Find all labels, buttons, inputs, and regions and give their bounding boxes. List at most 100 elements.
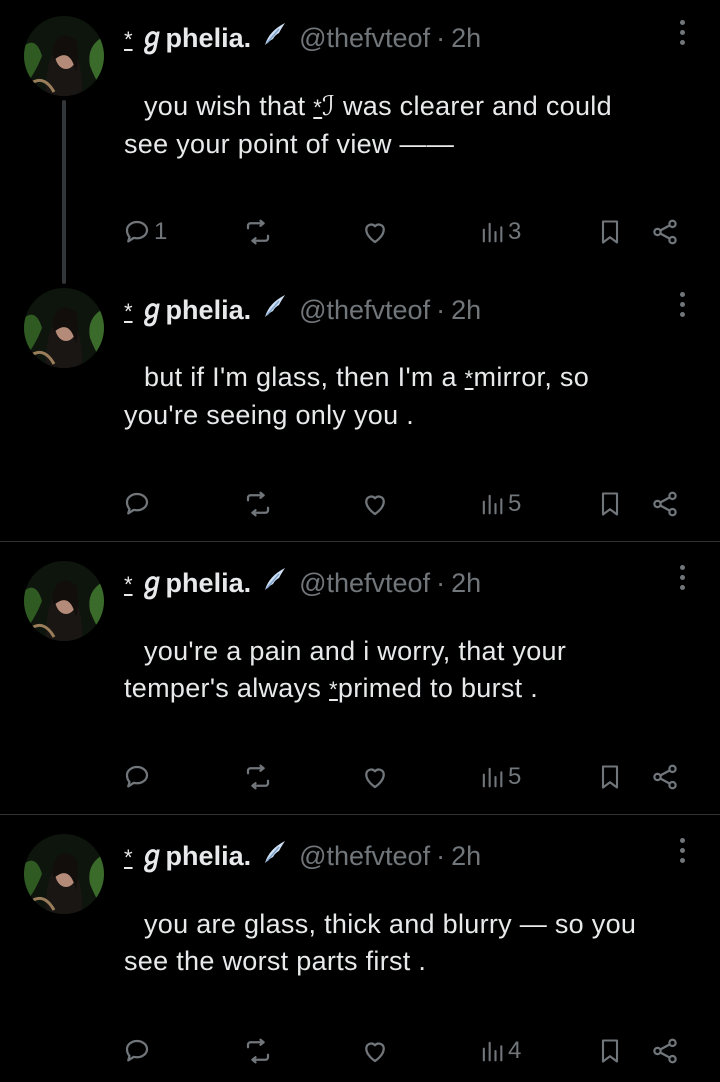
share-icon <box>653 764 677 790</box>
wing-icon <box>261 293 287 326</box>
action-bar: 4 <box>122 1031 692 1071</box>
post-text-line1b: mirror, so <box>473 362 590 392</box>
handle[interactable]: @thefvteof <box>299 841 430 872</box>
avatar[interactable] <box>24 834 104 914</box>
dot-separator: · <box>436 841 446 871</box>
bookmark-button[interactable] <box>596 212 624 252</box>
repost-icon <box>246 764 270 790</box>
display-name[interactable]: ℊphelia. <box>139 288 252 327</box>
views-icon <box>482 767 503 788</box>
views-button[interactable]: 5 <box>478 757 521 797</box>
post-text-line2: see your point of view —— <box>124 129 455 159</box>
reply-icon <box>125 1039 149 1062</box>
like-icon <box>365 1042 385 1063</box>
handle[interactable]: @thefvteof <box>299 23 430 54</box>
like-icon <box>365 495 385 516</box>
repost-icon <box>246 1038 270 1064</box>
name-prefix: * <box>124 572 133 597</box>
views-button[interactable]: 3 <box>478 212 521 252</box>
avatar[interactable] <box>24 288 104 368</box>
reply-button[interactable] <box>122 757 154 797</box>
bookmark-button[interactable] <box>596 757 624 797</box>
bookmark-button[interactable] <box>596 1031 624 1071</box>
post-4[interactable]: * ℊphelia. @thefvteof · 2h you are glass… <box>0 814 720 1082</box>
avatar[interactable] <box>24 561 104 641</box>
share-button[interactable] <box>650 757 680 797</box>
like-button[interactable] <box>360 212 390 252</box>
more-icon[interactable] <box>680 20 688 50</box>
bookmark-button[interactable] <box>596 484 624 524</box>
post-text-line1a: but if I'm glass, then I'm a <box>144 362 457 392</box>
timestamp[interactable]: 2h <box>451 23 481 54</box>
repost-icon <box>246 219 270 245</box>
like-button[interactable] <box>360 1031 390 1071</box>
reply-count: 1 <box>154 218 168 245</box>
reply-icon <box>125 492 149 515</box>
post-text-line2a: temper's always <box>124 673 322 703</box>
repost-button[interactable] <box>242 757 274 797</box>
more-icon[interactable] <box>680 838 688 868</box>
post-text-line2b: primed to burst . <box>337 673 539 703</box>
timestamp[interactable]: 2h <box>451 568 481 599</box>
name-prefix: * <box>124 27 133 52</box>
views-button[interactable]: 5 <box>478 484 521 524</box>
bookmark-icon <box>601 1039 619 1063</box>
dot-separator: · <box>436 568 446 598</box>
views-icon <box>482 494 503 515</box>
post-header: * ℊphelia. @thefvteof · 2h <box>124 16 481 55</box>
post-1[interactable]: * ℊphelia. @thefvteof · 2h you wish that… <box>0 0 720 284</box>
post-text-line1a: you're a pain and i worry, that your <box>144 636 567 666</box>
share-button[interactable] <box>650 484 680 524</box>
post-text: you're a pain and i worry, that your tem… <box>124 633 694 708</box>
thread-line <box>62 100 66 284</box>
post-header: * ℊphelia. @thefvteof · 2h <box>124 288 481 327</box>
repost-button[interactable] <box>242 212 274 252</box>
more-icon[interactable] <box>680 565 688 595</box>
handle[interactable]: @thefvteof <box>299 568 430 599</box>
repost-button[interactable] <box>242 1031 274 1071</box>
share-button[interactable] <box>650 212 680 252</box>
timestamp[interactable]: 2h <box>451 841 481 872</box>
views-button[interactable]: 4 <box>478 1031 521 1071</box>
display-name[interactable]: ℊphelia. <box>139 561 252 600</box>
timestamp[interactable]: 2h <box>451 295 481 326</box>
share-icon <box>653 491 677 517</box>
views-icon <box>482 222 503 243</box>
like-icon <box>365 223 385 244</box>
views-icon <box>482 1041 503 1062</box>
avatar[interactable] <box>24 16 104 96</box>
dot-separator: · <box>436 295 446 325</box>
like-button[interactable] <box>360 484 390 524</box>
wing-icon <box>261 566 287 599</box>
action-bar: 1 3 <box>122 212 692 252</box>
more-icon[interactable] <box>680 292 688 322</box>
handle[interactable]: @thefvteof <box>299 295 430 326</box>
bookmark-icon <box>601 765 619 789</box>
star-mark: * <box>329 677 338 702</box>
name-prefix: * <box>124 299 133 324</box>
share-icon <box>653 1038 677 1064</box>
like-button[interactable] <box>360 757 390 797</box>
reply-button[interactable] <box>122 1031 154 1071</box>
display-name[interactable]: ℊphelia. <box>139 16 252 55</box>
post-3[interactable]: * ℊphelia. @thefvteof · 2h you're a pain… <box>0 541 720 814</box>
post-header: * ℊphelia. @thefvteof · 2h <box>124 834 481 873</box>
reply-button[interactable]: 1 <box>122 212 167 252</box>
post-text-line1a: you are glass, thick and blurry — so you <box>144 909 637 939</box>
repost-button[interactable] <box>242 484 274 524</box>
reply-button[interactable] <box>122 484 154 524</box>
action-bar: 5 <box>122 757 692 797</box>
views-count: 5 <box>508 763 522 790</box>
star-mark: * <box>313 95 323 120</box>
display-name[interactable]: ℊphelia. <box>139 834 252 873</box>
post-text-line1b: ℐ was clearer and could <box>322 91 612 121</box>
bookmark-icon <box>601 492 619 516</box>
views-count: 4 <box>508 1037 522 1064</box>
repost-icon <box>246 491 270 517</box>
post-2[interactable]: * ℊphelia. @thefvteof · 2h but if I'm gl… <box>0 270 720 541</box>
share-button[interactable] <box>650 1031 680 1071</box>
star-mark: * <box>464 366 474 391</box>
post-text: you wish that *ℐ was clearer and could s… <box>124 88 694 163</box>
reply-icon <box>125 765 149 788</box>
post-text-line2: see the worst parts first . <box>124 946 427 976</box>
